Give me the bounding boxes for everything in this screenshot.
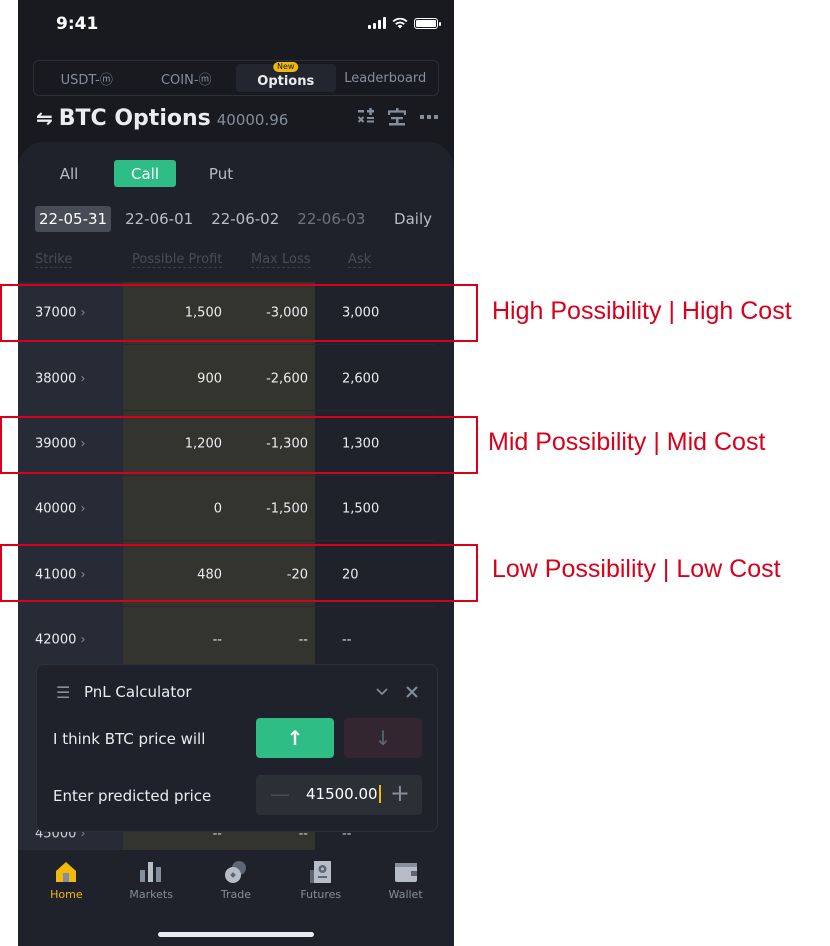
calculator-icon[interactable]	[358, 108, 374, 124]
chevron-right-icon: ›	[80, 632, 86, 647]
table-row[interactable]: 38000 › 900 -2,600 2,600	[18, 346, 454, 411]
decrement-button[interactable]: —	[270, 782, 290, 806]
tab-put[interactable]: Put	[190, 160, 252, 187]
header-actions	[358, 108, 438, 126]
predicted-price-label: Enter predicted price	[53, 787, 212, 805]
more-icon[interactable]	[420, 108, 438, 126]
tab-usdt-m[interactable]: USDT-ⓜ	[37, 64, 137, 92]
chevron-right-icon: ›	[80, 371, 86, 386]
price-down-button[interactable]: ↓	[344, 718, 422, 758]
header-possible-profit: Possible Profit	[132, 252, 223, 268]
home-indicator	[158, 932, 314, 937]
ask-price: --	[342, 632, 352, 647]
arrow-down-icon: ↓	[374, 726, 392, 750]
tab-options[interactable]: New Options	[236, 62, 336, 92]
date-tab[interactable]: 22-06-03	[293, 206, 369, 232]
annotation-mid: Mid Possibility | Mid Cost	[488, 428, 766, 456]
tab-leaderboard[interactable]: Leaderboard	[336, 64, 436, 92]
tab-all[interactable]: All	[38, 160, 100, 187]
battery-icon	[414, 17, 441, 29]
annotation-low: Low Possibility | Low Cost	[492, 555, 781, 583]
option-type-tabs: All Call Put	[38, 160, 252, 187]
pnl-title: PnL Calculator	[84, 683, 192, 701]
predicted-price-stepper: — 41500.00 +	[256, 775, 422, 815]
index-price: 40000.96	[216, 111, 289, 129]
header-strike: Strike	[35, 252, 73, 268]
futures-icon	[309, 861, 331, 883]
signal-icon	[368, 17, 386, 29]
trade-icon	[224, 861, 246, 883]
annotation-high: High Possibility | High Cost	[492, 297, 792, 325]
wifi-icon	[392, 17, 408, 29]
daily-filter[interactable]: Daily	[394, 210, 432, 228]
predicted-price-input[interactable]: 41500.00	[306, 785, 381, 803]
nav-futures[interactable]: Futures	[278, 850, 363, 901]
strike-price[interactable]: 42000 ›	[35, 632, 86, 647]
direction-label: I think BTC price will	[53, 730, 206, 748]
wallet-icon	[394, 863, 417, 882]
table-row[interactable]: 42000 › -- -- --	[18, 607, 454, 672]
increment-button[interactable]: +	[390, 779, 410, 807]
strike-price[interactable]: 40000 ›	[35, 501, 86, 516]
page-title: BTC Options	[58, 106, 211, 131]
pnl-calculator: ☰ PnL Calculator I think BTC price will …	[36, 664, 438, 832]
arrow-up-icon: ↑	[286, 726, 304, 750]
possible-profit: --	[212, 632, 222, 647]
home-icon	[56, 862, 77, 882]
bottom-nav: Home Markets Trade Futures Wallet	[18, 850, 454, 946]
close-icon[interactable]	[405, 685, 419, 699]
chevron-right-icon: ›	[80, 501, 86, 516]
header-ask: Ask	[348, 252, 372, 268]
max-loss: --	[298, 632, 308, 647]
date-tab[interactable]: 22-05-31	[35, 206, 112, 232]
tab-call[interactable]: Call	[114, 160, 176, 187]
possible-profit: 0	[213, 501, 222, 516]
nav-wallet[interactable]: Wallet	[363, 850, 448, 901]
nav-markets[interactable]: Markets	[109, 850, 194, 901]
date-tab[interactable]: 22-06-01	[121, 206, 197, 232]
max-loss: -1,500	[266, 501, 308, 516]
price-up-button[interactable]: ↑	[256, 718, 334, 758]
expiry-dates: 22-05-31 22-06-01 22-06-02 22-06-03	[35, 206, 369, 232]
date-tab[interactable]: 22-06-02	[207, 206, 283, 232]
markets-icon	[140, 862, 162, 882]
column-headers: Strike Possible Profit Max Loss Ask	[18, 252, 454, 272]
swap-icon[interactable]: ⇋	[36, 106, 53, 130]
strategy-icon[interactable]	[388, 108, 406, 126]
status-time: 9:41	[56, 14, 99, 34]
max-loss: -2,600	[266, 371, 308, 386]
drag-handle-icon[interactable]: ☰	[56, 683, 70, 702]
highlight-box-mid	[0, 416, 478, 474]
nav-home[interactable]: Home	[24, 850, 109, 901]
strike-price[interactable]: 38000 ›	[35, 371, 86, 386]
header-max-loss: Max Loss	[251, 252, 311, 268]
possible-profit: 900	[197, 371, 222, 386]
status-icons	[368, 17, 441, 29]
table-row[interactable]: 40000 › 0 -1,500 1,500	[18, 476, 454, 541]
nav-trade[interactable]: Trade	[194, 850, 279, 901]
tab-coin-m[interactable]: COIN-ⓜ	[137, 64, 237, 92]
chevron-down-icon[interactable]	[375, 685, 389, 699]
highlight-box-low	[0, 544, 478, 602]
highlight-box-high	[0, 284, 478, 342]
ask-price: 1,500	[342, 501, 380, 516]
page-header: ⇋ BTC Options 40000.96	[36, 106, 288, 131]
new-badge: New	[273, 62, 299, 72]
product-tabs: USDT-ⓜ COIN-ⓜ New Options Leaderboard	[33, 60, 439, 96]
ask-price: 2,600	[342, 371, 380, 386]
